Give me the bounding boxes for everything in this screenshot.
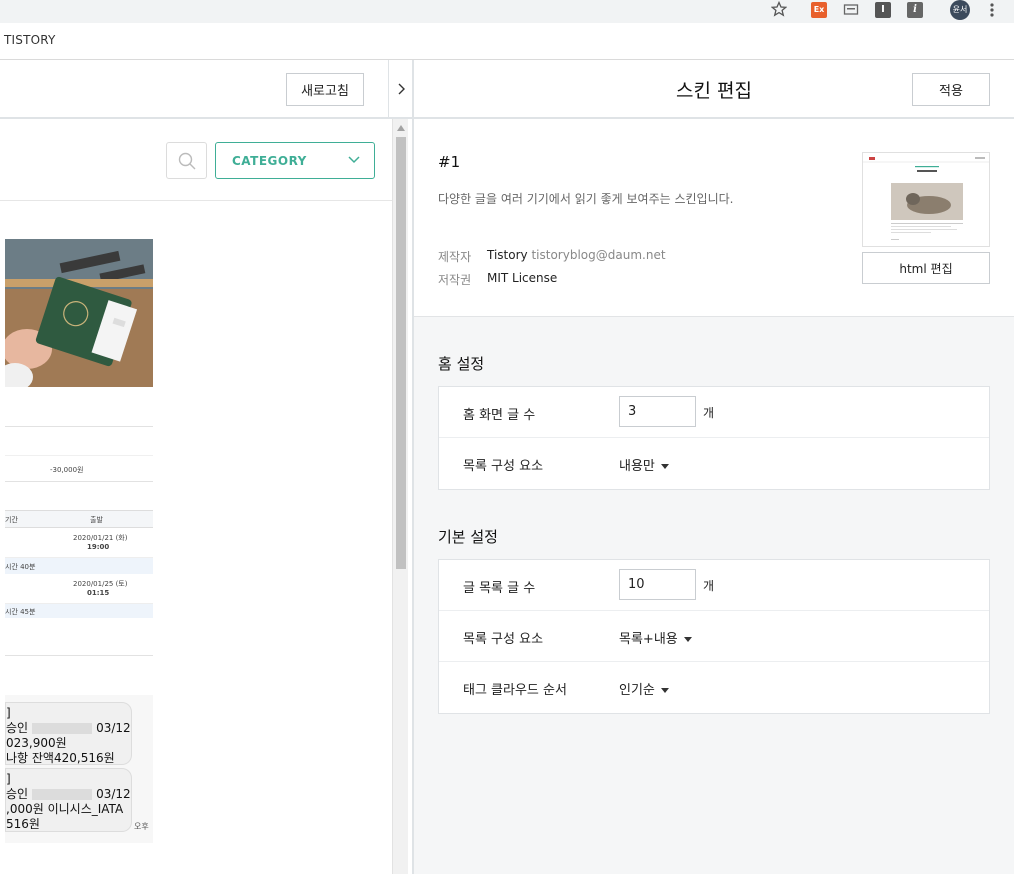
time-text: 01:15 [87, 589, 110, 597]
avatar[interactable]: 윤서 [950, 0, 970, 20]
amount-text: -30,000원 [50, 466, 84, 474]
table-row: 2020/01/21 (화) 19:00 [5, 528, 153, 558]
more-vert-icon[interactable] [986, 2, 998, 18]
editor-header: 스킨 편집 적용 [414, 60, 1014, 119]
list-count-label: 글 목록 글 수 [463, 581, 536, 596]
category-label: CATEGORY [232, 153, 307, 168]
dropdown-value: 인기순 [619, 683, 655, 698]
post-count-label: 홈 화면 글 수 [463, 408, 536, 423]
unit-label: 개 [703, 406, 715, 420]
apply-button[interactable]: 적용 [912, 73, 990, 106]
section-title-basic: 기본 설정 [438, 528, 498, 546]
skin-preview-pane: 새로고침 CATEGORY -30,000원 기간 출발 2020/01/21 … [0, 60, 392, 874]
table-row: 시간 45분 [5, 604, 153, 618]
divider [0, 200, 392, 201]
skin-number: #1 [438, 153, 461, 171]
divider [5, 455, 153, 456]
skin-editor-pane: 스킨 편집 적용 #1 다양한 글을 여러 기기에서 읽기 좋게 보여주는 스킨… [414, 60, 1014, 874]
skin-description: 다양한 글을 여러 기기에서 읽기 좋게 보여주는 스킨입니다. [438, 192, 734, 206]
list-component-label: 목록 구성 요소 [463, 632, 544, 647]
basic-settings-card: 글 목록 글 수 10 개 목록 구성 요소 목록+내용 태그 클라우드 순서 … [438, 559, 990, 714]
table-header-left: 기간 [5, 516, 18, 524]
dropdown-value: 내용만 [619, 459, 655, 474]
settings-row: 글 목록 글 수 10 개 [439, 560, 989, 611]
settings-row: 태그 클라우드 순서 인기순 [439, 662, 989, 713]
table-row: 2020/01/25 (토) 01:15 [5, 574, 153, 604]
category-dropdown[interactable]: CATEGORY [215, 142, 375, 179]
tag-cloud-order-dropdown[interactable]: 인기순 [619, 679, 669, 698]
caret-down-icon [660, 688, 669, 693]
list-component-label: 목록 구성 요소 [463, 459, 544, 474]
maker-email: tistoryblog@daum.net [531, 248, 666, 262]
search-icon [178, 152, 196, 170]
message-bubble: ] 승인 03/12 ,000원 이니시스_IATA 516원 [5, 768, 132, 832]
browser-toolbar: Ex I i 윤서 [0, 0, 1014, 23]
refresh-button[interactable]: 새로고침 [286, 73, 364, 106]
home-settings-card: 홈 화면 글 수 3 개 목록 구성 요소 내용만 [438, 386, 990, 490]
skin-thumbnail [862, 152, 990, 247]
date-text: 2020/01/21 (화) [73, 534, 128, 542]
message-line: 승인 [6, 721, 29, 735]
html-edit-button[interactable]: html 편집 [862, 252, 990, 284]
scroll-up-icon[interactable] [397, 125, 405, 131]
table-header-right: 출발 [90, 516, 103, 524]
divider [5, 426, 153, 427]
preview-toolbar: 새로고침 [0, 60, 392, 119]
message-bubble: ] 승인 03/12 023,900원 나항 잔액420,516원 [5, 702, 132, 765]
ext-screen-icon[interactable] [843, 3, 859, 17]
settings-row: 목록 구성 요소 목록+내용 [439, 611, 989, 662]
time-text: 19:00 [87, 543, 110, 551]
chevron-down-icon [348, 156, 360, 164]
ext-i-icon[interactable]: I [875, 2, 891, 18]
message-line: 승인 [6, 787, 29, 801]
message-line: ] [6, 706, 11, 720]
maker-value: Tistory tistoryblog@daum.net [487, 248, 666, 262]
post-thumbnail-image[interactable] [5, 239, 153, 387]
settings-row: 목록 구성 요소 내용만 [439, 438, 989, 489]
table-row: 시간 40분 [5, 558, 153, 574]
license-value: MIT License [487, 271, 558, 285]
home-post-count-input[interactable]: 3 [619, 396, 696, 427]
scrollbar-thumb[interactable] [396, 137, 406, 569]
chevron-right-icon [398, 83, 405, 94]
star-icon[interactable] [771, 1, 787, 17]
message-line: ] [6, 772, 11, 786]
ext-red-icon[interactable]: Ex [811, 2, 827, 18]
maker-name: Tistory [487, 248, 528, 262]
message-date: 03/12 [96, 787, 131, 801]
caret-down-icon [683, 637, 692, 642]
message-line: ,000원 이니시스_IATA [6, 802, 124, 816]
redacted-block [32, 723, 93, 734]
section-title-home: 홈 설정 [438, 355, 485, 373]
ext-info-icon[interactable]: i [907, 2, 923, 18]
message-line: 516원 [6, 817, 40, 831]
collapse-preview-button[interactable] [388, 60, 413, 119]
app-title: TISTORY [4, 33, 56, 47]
message-date: 03/12 [96, 721, 131, 735]
message-line: 023,900원 [6, 736, 67, 750]
message-line: 나항 잔액420,516원 [6, 751, 115, 765]
preview-scrollbar[interactable] [392, 60, 408, 874]
maker-label: 제작자 [438, 250, 472, 264]
preview-search-button[interactable] [166, 142, 207, 179]
divider [5, 655, 153, 656]
table-header: 기간 출발 [5, 510, 153, 528]
dropdown-value: 목록+내용 [619, 632, 678, 647]
caret-down-icon [660, 464, 669, 469]
list-post-count-input[interactable]: 10 [619, 569, 696, 600]
avatar-label: 윤서 [952, 5, 968, 14]
unit-label: 개 [703, 579, 715, 593]
settings-row: 홈 화면 글 수 3 개 [439, 387, 989, 438]
home-list-component-dropdown[interactable]: 내용만 [619, 455, 669, 474]
redacted-block [32, 789, 93, 800]
basic-list-component-dropdown[interactable]: 목록+내용 [619, 628, 692, 647]
skin-info: #1 다양한 글을 여러 기기에서 읽기 좋게 보여주는 스킨입니다. 제작자 … [414, 119, 1014, 317]
duration-text: 시간 40분 [5, 563, 36, 571]
duration-text: 시간 45분 [5, 608, 36, 616]
tag-cloud-label: 태그 클라우드 순서 [463, 683, 567, 698]
license-label: 저작권 [438, 273, 472, 287]
date-text: 2020/01/25 (토) [73, 580, 128, 588]
divider [5, 481, 153, 482]
message-time: 오후 [134, 822, 149, 831]
